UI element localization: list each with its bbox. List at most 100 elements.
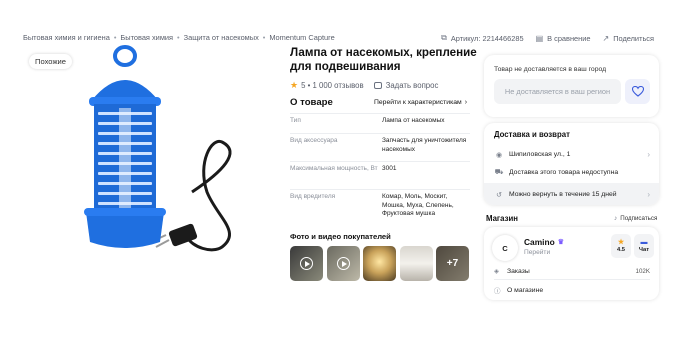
product-meta: ⧉ Артикул: 2214466285 ▤ В сравнение ↗ Подел…	[429, 33, 654, 43]
spec-value: Комар, Моль, Мoскит, Мошка, Муха, Слепен…	[382, 193, 454, 218]
spec-value: Лампа от насекомых	[382, 117, 445, 124]
spec-row: Максимальная мощность, Вт 3001	[290, 161, 470, 189]
about-shop-row[interactable]: ⓘ О магазине	[494, 285, 650, 296]
delivery-heading: Доставка и возврат	[494, 130, 570, 139]
truck-icon: ⛟	[494, 169, 504, 176]
lamp-tube	[119, 108, 131, 208]
orders-icon: ◈	[494, 268, 499, 275]
delivery-address-row[interactable]: ◉ Шипиловская ул., 1 ›	[494, 150, 650, 159]
share-button[interactable]: ↗ Поделиться	[602, 34, 654, 43]
shop-name-row[interactable]: Camino ♛	[524, 237, 564, 247]
region-unavailable-button[interactable]: Не доставляется в ваш регион	[494, 79, 621, 104]
spec-key: Тип	[290, 117, 301, 124]
chat-icon: ▬	[640, 239, 648, 246]
info-icon: ⓘ	[494, 288, 501, 295]
heart-icon	[631, 86, 644, 97]
hanging-ring	[113, 45, 137, 67]
article-label: Артикул: 2214466285	[450, 33, 524, 43]
delivery-notice-card: Товар не доставляется в ваш город Не дос…	[484, 55, 659, 117]
return-arrow-icon: ↺	[496, 191, 502, 199]
crown-icon: ♛	[557, 239, 564, 246]
breadcrumb-separator: •	[177, 33, 180, 42]
delivery-returns-card: Доставка и возврат ◉ Шипиловская ул., 1 …	[484, 123, 659, 205]
similar-badge[interactable]: Похожие	[29, 54, 72, 69]
about-shop-label: О магазине	[507, 286, 544, 294]
shop-rating-badge[interactable]: ★ 4.5	[611, 234, 631, 258]
returns-row[interactable]: ↺ Можно вернуть в течение 15 дней ›	[494, 190, 650, 199]
shop-card: C Camino ♛ Перейти ★ 4.5 ▬ Чат ◈ Заказы 1…	[484, 227, 659, 300]
customer-media-heading: Фото и видео покупателей	[290, 232, 391, 241]
shop-name: Camino	[524, 237, 555, 247]
lamp-base	[86, 212, 164, 248]
shop-go-link[interactable]: Перейти	[524, 249, 550, 256]
subscribe-button[interactable]: ♪ Подписаться	[614, 215, 657, 222]
subscribe-label: Подписаться	[620, 215, 658, 222]
breadcrumb-item[interactable]: Бытовая химия и гигиена	[23, 33, 110, 42]
delivery-address: Шипиловская ул., 1	[509, 151, 571, 158]
customer-video-thumb[interactable]	[290, 246, 323, 281]
star-icon: ★	[290, 80, 299, 90]
breadcrumb: Бытовая химия и гигиена • Бытовая химия • …	[23, 33, 335, 42]
to-characteristics-label: Перейти к характеристикам	[374, 99, 462, 106]
play-icon	[336, 257, 350, 270]
share-icon: ↗	[602, 33, 610, 43]
share-label: Поделиться	[613, 33, 654, 43]
delivery-hint: Товар не доставляется в ваш город	[494, 66, 607, 73]
compare-icon: ▤	[535, 33, 544, 43]
star-icon: ★	[617, 239, 625, 246]
compare-button[interactable]: ▤ В сравнение	[536, 34, 591, 43]
ask-question-button[interactable]: Задать вопрос	[373, 81, 439, 90]
reviews-link[interactable]: 1 000 отзывов	[312, 81, 363, 90]
breadcrumb-separator: •	[113, 33, 117, 42]
orders-label: Заказы	[507, 267, 530, 275]
product-image[interactable]	[72, 42, 250, 264]
shop-logo[interactable]: C	[492, 235, 518, 261]
product-title: Лампа от насекомых, крепление для подвеш…	[290, 46, 477, 73]
compare-label: В сравнение	[547, 33, 591, 43]
breadcrumb-item[interactable]: Защита от насекомых	[184, 33, 259, 42]
about-heading: О товаре	[290, 97, 333, 108]
customer-photo-thumb[interactable]	[363, 246, 396, 281]
spec-value: 3001	[382, 165, 397, 172]
location-pin-icon: ◉	[495, 151, 503, 159]
customer-photo-thumb-more[interactable]: +7	[436, 246, 469, 281]
customer-media-strip: +7	[290, 246, 473, 281]
shop-chat-button[interactable]: ▬ Чат	[634, 234, 654, 258]
ask-question-label: Задать вопрос	[385, 81, 439, 90]
spec-value: Запчасть для уничтожителя насекомых	[382, 137, 467, 153]
orders-value: 102K	[635, 267, 650, 275]
delivery-status-row: ⛟ Доставка этого товара недоступна	[494, 168, 650, 177]
lamp-base-rim	[84, 208, 166, 216]
chevron-right-icon: ›	[647, 190, 650, 199]
spec-row: Тип Лампа от насекомых	[290, 113, 470, 133]
shop-heading: Магазин	[486, 214, 518, 223]
customer-video-thumb[interactable]	[326, 246, 360, 281]
favorite-button[interactable]	[625, 79, 650, 104]
spec-row: Вид вредителя Комар, Моль, Мoскит, Мошка…	[290, 189, 470, 225]
play-icon	[300, 257, 313, 270]
shop-orders-row: ◈ Заказы 102K	[494, 267, 650, 276]
rating-row: ★ 5 • 1 000 отзывов Задать вопрос	[290, 80, 438, 91]
chat-bubble-icon	[373, 82, 382, 89]
returns-text: Можно вернуть в течение 15 дней	[509, 191, 617, 198]
to-characteristics-link[interactable]: Перейти к характеристикам ›	[374, 99, 467, 106]
spec-row: Вид аксессуара Запчасть для уничтожителя…	[290, 133, 470, 160]
shop-chat-label: Чат	[638, 247, 650, 253]
more-media-count: +7	[436, 246, 469, 281]
rating-separator: •	[305, 81, 313, 90]
customer-photo-thumb[interactable]	[399, 246, 433, 281]
spec-key: Максимальная мощность, Вт	[290, 165, 378, 172]
breadcrumb-item[interactable]: Momentum Capture	[269, 33, 334, 42]
chevron-right-icon: ›	[647, 150, 650, 159]
spec-key: Вид аксессуара	[290, 137, 338, 144]
delivery-status: Доставка этого товара недоступна	[509, 169, 619, 176]
breadcrumb-item[interactable]: Бытовая химия	[120, 33, 173, 42]
bell-icon: ♪	[614, 215, 618, 222]
divider	[494, 279, 650, 280]
spec-key: Вид вредителя	[290, 193, 336, 200]
article-number[interactable]: ⧉ Артикул: 2214466285	[441, 33, 523, 43]
copy-icon: ⧉	[441, 33, 447, 42]
shop-rating-value: 4.5	[616, 247, 626, 253]
chevron-right-icon: ›	[464, 99, 468, 106]
breadcrumb-separator: •	[262, 33, 266, 42]
